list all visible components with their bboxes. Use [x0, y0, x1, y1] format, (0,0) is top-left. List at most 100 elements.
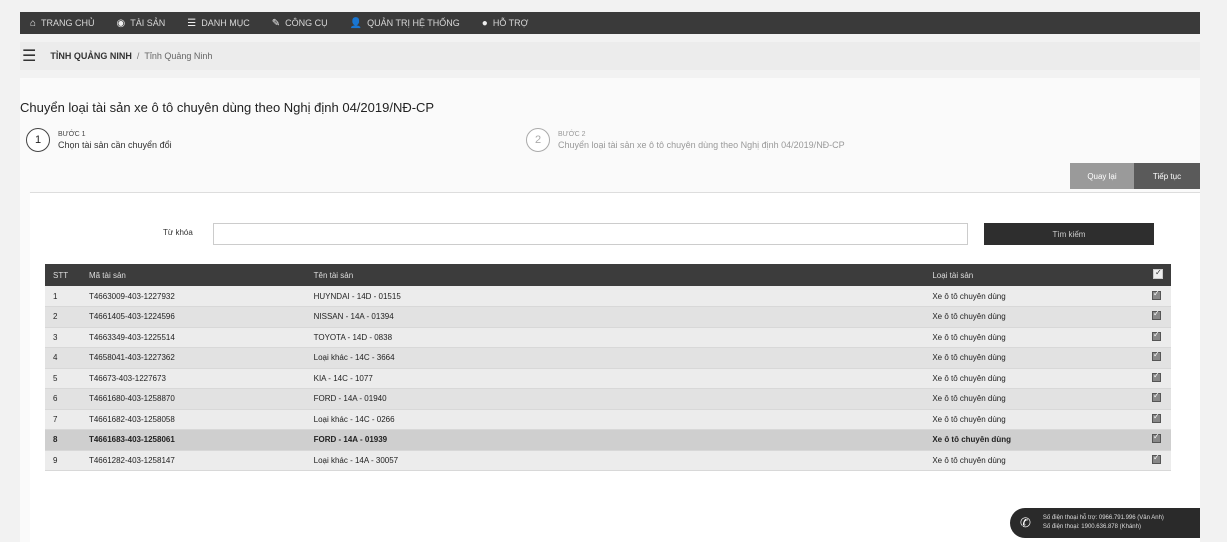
cell-name: KIA - 14C - 1077 [305, 368, 925, 389]
breadcrumb-sub: Tỉnh Quảng Ninh [144, 51, 213, 61]
header-name: Tên tài sản [305, 264, 925, 286]
breadcrumb-bar: ☰ TỈNH QUẢNG NINH / Tỉnh Quảng Ninh [20, 42, 1200, 70]
cell-type: Xe ô tô chuyên dùng [924, 368, 1144, 389]
cell-stt: 6 [45, 388, 81, 410]
help-icon: ● [481, 17, 488, 29]
header-code: Mã tài sản [80, 264, 306, 286]
table-row[interactable]: 1 T4663009-403-1227932 HUYNDAI - 14D - 015… [45, 286, 1171, 307]
step-number: 1 [26, 128, 50, 152]
header-select-all[interactable] [1143, 264, 1171, 286]
nav-item-label: TÀI SẢN [130, 18, 166, 28]
breadcrumb: TỈNH QUẢNG NINH / Tỉnh Quảng Ninh [50, 51, 212, 61]
step-title: BƯỚC 1 [58, 130, 86, 138]
row-checkbox[interactable] [1152, 371, 1161, 382]
home-icon: ⌂ [30, 17, 37, 29]
table-row[interactable]: 9 T4661282-403-1258147 Loại khác - 14A - 3… [45, 450, 1171, 471]
cell-checkbox[interactable] [1143, 327, 1171, 348]
cell-name: TOYOTA - 14D - 0838 [305, 327, 925, 348]
cell-type: Xe ô tô chuyên dùng [924, 450, 1144, 471]
cell-stt: 7 [45, 409, 81, 430]
cell-code: T4661682-403-1258058 [80, 409, 306, 430]
row-checkbox[interactable] [1152, 330, 1161, 341]
nav-item-label: HỖ TRỢ [492, 18, 529, 28]
table-row[interactable]: 6 T4661680-403-1258870 FORD - 14A - 01940 X… [45, 388, 1171, 410]
row-checkbox[interactable] [1152, 289, 1161, 300]
breadcrumb-province[interactable]: TỈNH QUẢNG NINH [50, 51, 132, 61]
header-type: Loại tài sản [924, 264, 1144, 286]
globe-icon: ◉ [116, 17, 126, 29]
asset-table: STT Mã tài sản Tên tài sản Loại tài sản … [45, 264, 1171, 471]
next-button[interactable]: Tiếp tục [1134, 163, 1200, 189]
nav-item-admin[interactable]: 👤 QUẢN TRỊ HỆ THỐNG [350, 18, 460, 29]
search-input[interactable] [213, 223, 968, 245]
cell-checkbox[interactable] [1143, 450, 1171, 471]
hotline-line-2: Số điện thoại: 1900.636.878 (Khánh) [1042, 524, 1141, 530]
step-title: BƯỚC 2 [558, 130, 586, 138]
cell-code: T4663349-403-1225514 [80, 327, 306, 348]
cell-checkbox[interactable] [1143, 306, 1171, 328]
list-icon: ☰ [187, 17, 197, 29]
step-description: Chuyển loại tài sản xe ô tô chuyên dùng … [558, 139, 845, 150]
cell-name: Loại khác - 14A - 30057 [305, 450, 925, 471]
cell-checkbox[interactable] [1143, 388, 1171, 410]
wizard-buttons: Quay lại Tiếp tục [1070, 163, 1200, 189]
nav-item-help[interactable]: ● HỖ TRỢ [482, 18, 529, 29]
search-label: Từ khóa [163, 228, 193, 237]
cell-checkbox[interactable] [1143, 368, 1171, 389]
step-description: Chọn tài sản cần chuyển đổi [58, 139, 172, 150]
cell-stt: 2 [45, 306, 81, 328]
cell-name: NISSAN - 14A - 01394 [305, 306, 925, 328]
cell-stt: 1 [45, 286, 81, 307]
cell-stt: 4 [45, 347, 81, 369]
row-checkbox[interactable] [1152, 350, 1161, 362]
cell-type: Xe ô tô chuyên dùng [924, 327, 1144, 348]
nav-item-assets[interactable]: ◉ TÀI SẢN [117, 18, 166, 29]
cell-type: Xe ô tô chuyên dùng [924, 429, 1144, 451]
cell-checkbox[interactable] [1143, 347, 1171, 369]
phone-icon: ✆ [1020, 515, 1031, 530]
row-checkbox[interactable] [1152, 453, 1161, 464]
table-row[interactable]: 5 T46673-403-1227673 KIA - 14C - 1077 Xe ô … [45, 368, 1171, 389]
breadcrumb-separator: / [136, 51, 140, 61]
table-row[interactable]: 7 T4661682-403-1258058 Loại khác - 14C - 0… [45, 409, 1171, 430]
page-title: Chuyển loại tài sản xe ô tô chuyên dùng … [20, 100, 435, 115]
cell-stt: 8 [45, 429, 81, 451]
cell-checkbox[interactable] [1143, 409, 1171, 430]
table-header-row: STT Mã tài sản Tên tài sản Loại tài sản [45, 264, 1171, 286]
cell-checkbox[interactable] [1143, 286, 1171, 307]
table-row[interactable]: 2 T4661405-403-1224596 NISSAN - 14A - 0139… [45, 306, 1171, 328]
nav-item-home[interactable]: ⌂ TRANG CHỦ [30, 18, 95, 29]
cell-code: T4661680-403-1258870 [80, 388, 306, 410]
row-checkbox[interactable] [1152, 412, 1161, 423]
cell-type: Xe ô tô chuyên dùng [924, 347, 1144, 369]
cell-stt: 3 [45, 327, 81, 348]
select-all-checkbox[interactable] [1153, 268, 1163, 279]
menu-icon[interactable]: ☰ [22, 46, 36, 66]
cell-checkbox[interactable] [1143, 429, 1171, 451]
nav-item-categories[interactable]: ☰ DANH MỤC [187, 18, 249, 29]
row-checkbox[interactable] [1152, 391, 1161, 403]
table-row[interactable]: 4 T4658041-403-1227362 Loại khác - 14C - 3… [45, 347, 1171, 369]
cell-code: T46673-403-1227673 [80, 368, 306, 389]
cell-name: HUYNDAI - 14D - 01515 [305, 286, 925, 307]
cell-name: Loại khác - 14C - 0266 [305, 409, 925, 430]
header-stt: STT [45, 264, 81, 286]
search-button[interactable]: Tìm kiếm [984, 223, 1154, 245]
cell-type: Xe ô tô chuyên dùng [924, 388, 1144, 410]
wrench-icon: ✎ [271, 17, 281, 29]
nav-item-label: DANH MỤC [201, 18, 250, 28]
back-button[interactable]: Quay lại [1070, 163, 1134, 189]
cell-code: T4663009-403-1227932 [80, 286, 306, 307]
row-checkbox[interactable] [1152, 309, 1161, 321]
cell-type: Xe ô tô chuyên dùng [924, 286, 1144, 307]
nav-item-tools[interactable]: ✎ CÔNG CỤ [272, 18, 328, 29]
row-checkbox[interactable] [1152, 432, 1161, 444]
table-row[interactable]: 3 T4663349-403-1225514 TOYOTA - 14D - 0838… [45, 327, 1171, 348]
cell-code: T4661405-403-1224596 [80, 306, 306, 328]
hotline-line-1: Số điện thoại hỗ trợ: 0966.791.996 (Vân … [1042, 515, 1164, 521]
cell-code: T4658041-403-1227362 [80, 347, 306, 369]
table-row[interactable]: 8 T4661683-403-1258061 FORD - 14A - 01939 X… [45, 429, 1171, 451]
cell-stt: 9 [45, 450, 81, 471]
hotline-widget[interactable]: ✆ Số điện thoại hỗ trợ: 0966.791.996 (Vâ… [1010, 508, 1200, 538]
cell-name: FORD - 14A - 01939 [305, 429, 925, 451]
